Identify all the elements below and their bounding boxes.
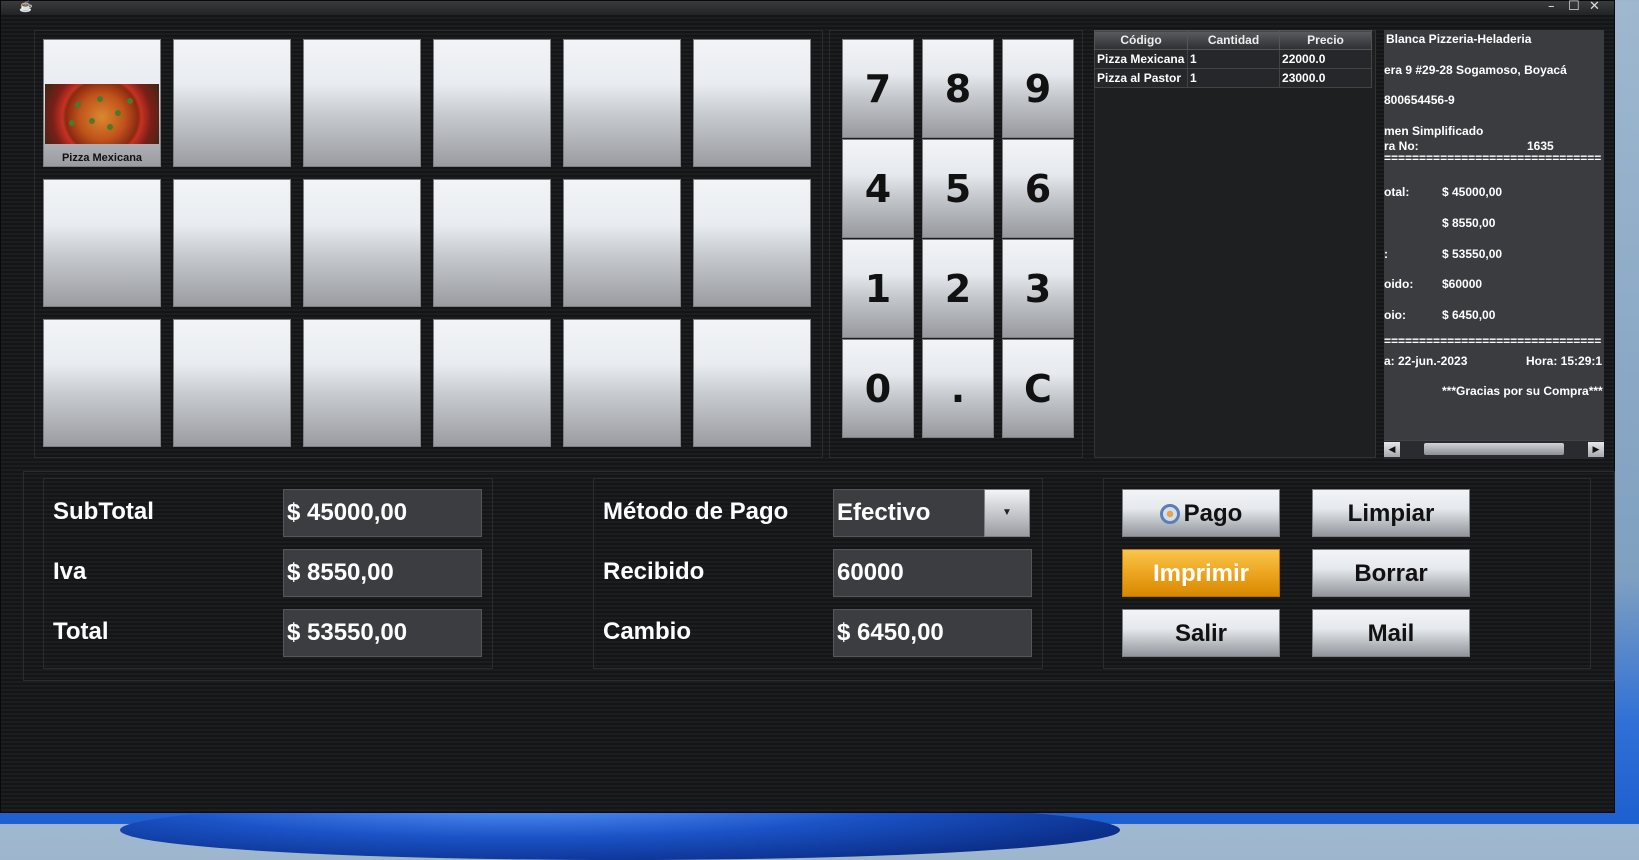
key-2[interactable]: 2 xyxy=(922,239,994,338)
received-input[interactable]: 60000 xyxy=(833,549,1032,597)
receipt-thanks: ***Gracias por su Compra*** xyxy=(1442,384,1603,398)
product-button-empty[interactable] xyxy=(693,179,811,307)
receipt-total: $ 53550,00 xyxy=(1442,247,1503,261)
pizza-image xyxy=(45,84,159,144)
receipt-received-label: oido: xyxy=(1384,277,1414,291)
pago-button[interactable]: Pago xyxy=(1122,489,1280,537)
receipt-subtotal: $ 45000,00 xyxy=(1442,185,1503,199)
pago-button-label: Pago xyxy=(1183,500,1243,527)
key-6[interactable]: 6 xyxy=(1002,139,1074,238)
key-decimal[interactable]: . xyxy=(922,339,994,438)
payment-magnifier-icon xyxy=(1159,504,1180,524)
receipt-time: Hora: 15:29:1 xyxy=(1526,354,1603,368)
receipt-address: era 9 #29-28 Sogamoso, Boyacá xyxy=(1384,63,1567,77)
scroll-right-icon[interactable]: ▶ xyxy=(1588,442,1604,457)
received-label: Recibido xyxy=(603,558,705,585)
total-field: $ 53550,00 xyxy=(283,609,482,657)
receipt-iva: $ 8550,00 xyxy=(1442,216,1496,230)
receipt-regime: men Simplificado xyxy=(1384,124,1484,138)
receipt-received: $60000 xyxy=(1442,277,1483,291)
product-button-empty[interactable] xyxy=(43,179,161,307)
receipt-separator: =============================== xyxy=(1384,151,1602,165)
imprimir-button[interactable]: Imprimir xyxy=(1122,549,1280,597)
cell-codigo[interactable]: Pizza al Pastor xyxy=(1094,68,1188,88)
column-cantidad[interactable]: Cantidad xyxy=(1186,30,1281,50)
receipt-horizontal-scrollbar[interactable]: ◀ ▶ xyxy=(1384,440,1604,459)
receipt-total-label: : xyxy=(1384,247,1388,261)
receipt-change: $ 6450,00 xyxy=(1442,308,1496,322)
key-4[interactable]: 4 xyxy=(842,139,914,238)
product-button-empty[interactable] xyxy=(173,39,291,167)
column-codigo[interactable]: Código xyxy=(1094,30,1188,50)
cell-precio[interactable]: 23000.0 xyxy=(1279,68,1372,88)
change-label: Cambio xyxy=(603,618,692,645)
limpiar-button[interactable]: Limpiar xyxy=(1312,489,1470,537)
scroll-thumb[interactable] xyxy=(1424,443,1564,455)
product-button-empty[interactable] xyxy=(303,39,421,167)
payment-method-label: Método de Pago xyxy=(603,498,789,525)
product-button-empty[interactable] xyxy=(173,319,291,447)
cell-codigo[interactable]: Pizza Mexicana xyxy=(1094,49,1188,69)
product-button-empty[interactable] xyxy=(563,179,681,307)
items-table[interactable]: Código Cantidad Precio Pizza Mexicana 1 … xyxy=(1094,30,1372,88)
cell-cantidad[interactable]: 1 xyxy=(1186,68,1281,88)
total-label: Total xyxy=(53,618,109,645)
key-3[interactable]: 3 xyxy=(1002,239,1074,338)
product-button-empty[interactable] xyxy=(563,39,681,167)
borrar-button[interactable]: Borrar xyxy=(1312,549,1470,597)
product-button-empty[interactable] xyxy=(433,39,551,167)
key-8[interactable]: 8 xyxy=(922,39,994,138)
product-button-pizza-mexicana[interactable]: Pizza Mexicana xyxy=(43,39,161,167)
column-precio[interactable]: Precio xyxy=(1279,30,1372,50)
payment-method-select[interactable]: Efectivo xyxy=(833,489,985,537)
table-row[interactable]: Pizza al Pastor 1 23000.0 xyxy=(1094,68,1372,88)
product-button-empty[interactable] xyxy=(693,319,811,447)
key-1[interactable]: 1 xyxy=(842,239,914,338)
product-button-empty[interactable] xyxy=(433,319,551,447)
key-9[interactable]: 9 xyxy=(1002,39,1074,138)
change-field: $ 6450,00 xyxy=(833,609,1032,657)
subtotal-label: SubTotal xyxy=(53,498,154,525)
receipt-separator-2: =============================== xyxy=(1384,334,1602,348)
receipt-nit: 800654456-9 xyxy=(1384,93,1455,107)
cell-precio[interactable]: 22000.0 xyxy=(1279,49,1372,69)
key-5[interactable]: 5 xyxy=(922,139,994,238)
receipt-business-name: Blanca Pizzeria-Heladeria xyxy=(1386,32,1532,46)
scroll-left-icon[interactable]: ◀ xyxy=(1384,442,1400,457)
items-table-area[interactable] xyxy=(1094,30,1376,458)
chevron-down-icon[interactable]: ▼ xyxy=(984,489,1030,537)
iva-label: Iva xyxy=(53,558,87,585)
coffee-cup-icon: ☕ xyxy=(19,1,33,13)
maximize-button[interactable]: ☐ xyxy=(1568,0,1580,14)
receipt-change-label: oio: xyxy=(1384,308,1406,322)
product-button-empty[interactable] xyxy=(563,319,681,447)
receipt-date: a: 22-jun.-2023 xyxy=(1384,354,1468,368)
cell-cantidad[interactable]: 1 xyxy=(1186,49,1281,69)
mail-button[interactable]: Mail xyxy=(1312,609,1470,657)
table-row[interactable]: Pizza Mexicana 1 22000.0 xyxy=(1094,49,1372,69)
product-label: Pizza Mexicana xyxy=(61,152,143,164)
product-button-empty[interactable] xyxy=(43,319,161,447)
pos-window: ☕ – ☐ ✕ Pizza Mexicana 7894561230.C Códi… xyxy=(0,0,1615,813)
product-button-empty[interactable] xyxy=(433,179,551,307)
receipt-subtotal-label: otal: xyxy=(1384,185,1410,199)
product-button-empty[interactable] xyxy=(303,319,421,447)
product-button-empty[interactable] xyxy=(173,179,291,307)
key-clear[interactable]: C xyxy=(1002,339,1074,438)
key-0[interactable]: 0 xyxy=(842,339,914,438)
salir-button[interactable]: Salir xyxy=(1122,609,1280,657)
key-7[interactable]: 7 xyxy=(842,39,914,138)
title-bar: ☕ – ☐ ✕ xyxy=(1,0,1614,15)
minimize-button[interactable]: – xyxy=(1548,0,1555,14)
iva-field: $ 8550,00 xyxy=(283,549,482,597)
receipt-preview: Blanca Pizzeria-Heladeria era 9 #29-28 S… xyxy=(1384,30,1604,440)
subtotal-field: $ 45000,00 xyxy=(283,489,482,537)
close-button[interactable]: ✕ xyxy=(1589,0,1600,14)
product-button-empty[interactable] xyxy=(303,179,421,307)
product-button-empty[interactable] xyxy=(693,39,811,167)
